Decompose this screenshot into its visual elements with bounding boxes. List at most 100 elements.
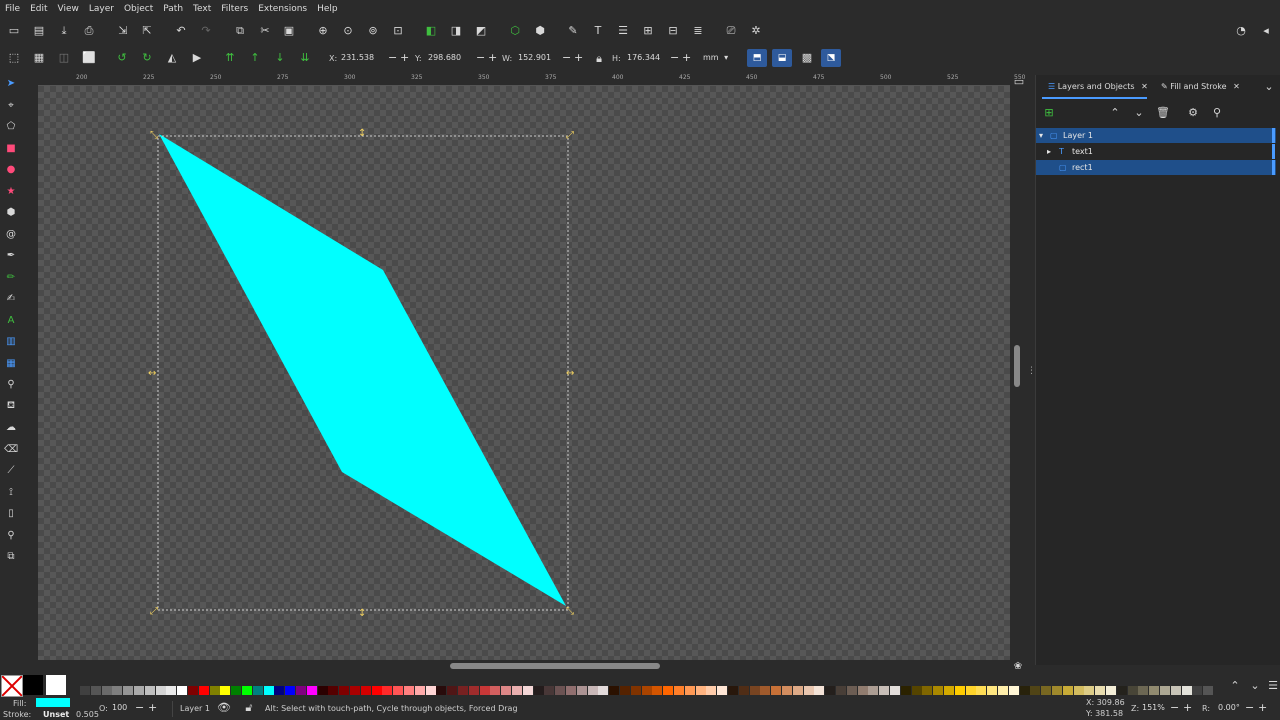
pages-tool-icon[interactable]: ▯ [4,506,18,520]
tweak-tool-icon[interactable]: ⬠ [4,119,18,133]
gradient-tool-icon[interactable]: ▥ [4,334,18,348]
color-swatch[interactable] [1008,686,1019,695]
menu-filters[interactable]: Filters [216,4,253,14]
opacity-increment-button[interactable]: + [148,700,157,716]
export-icon[interactable]: ⇱ [140,24,154,38]
color-swatch[interactable] [360,686,371,695]
color-swatch[interactable] [479,686,490,695]
x-field[interactable]: 231.538 [341,50,385,66]
color-swatch[interactable] [576,686,587,695]
rotate-ccw-button[interactable]: − [1245,700,1254,716]
commands-palette-icon[interactable]: ◔ [1234,24,1248,38]
measure-tool-icon[interactable]: ⟟ [4,485,18,499]
color-swatch[interactable] [620,686,630,695]
spray-tool-icon[interactable]: ☁ [4,420,18,434]
eraser-tool-icon[interactable]: ⌫ [4,442,18,456]
flip-vertical-icon[interactable]: ▶ [190,51,204,65]
color-swatch[interactable] [198,686,209,695]
color-swatch[interactable] [663,686,674,695]
color-swatch[interactable] [155,686,166,695]
document-properties-icon[interactable]: ⎚ [724,24,738,38]
ungroup-icon[interactable]: ⬢ [533,24,547,38]
menu-help[interactable]: Help [312,4,343,14]
color-swatch[interactable] [792,686,803,695]
color-swatch[interactable] [220,686,231,695]
color-swatch[interactable] [857,686,868,695]
color-swatch[interactable] [90,686,101,695]
color-swatch[interactable] [382,686,393,695]
color-swatch[interactable] [436,686,447,695]
color-swatch[interactable] [123,686,134,695]
deselect-icon[interactable]: ⬜ [82,51,96,65]
color-swatch[interactable] [1041,686,1052,695]
select-same-icon[interactable]: ◫ [57,51,71,65]
menu-path[interactable]: Path [158,4,188,14]
color-swatch[interactable] [944,686,954,695]
color-swatch[interactable] [598,686,609,695]
color-swatch[interactable] [1084,686,1095,695]
color-swatch[interactable] [652,686,663,695]
opacity-decrement-button[interactable]: − [135,700,144,716]
close-icon[interactable]: ✕ [1141,82,1148,91]
color-swatch[interactable] [965,686,976,695]
layers-icon[interactable]: ☰ [616,24,630,38]
print-icon[interactable]: ⎙ [82,24,96,38]
scale-corners-toggle[interactable]: ⬓ [772,49,792,67]
color-swatch[interactable] [101,686,112,695]
lower-icon[interactable]: ↓ [273,51,287,65]
color-swatch[interactable] [263,686,274,695]
color-swatch[interactable] [458,686,468,695]
color-swatch[interactable] [890,686,900,695]
x-decrement-button[interactable]: − [388,50,397,66]
y-increment-button[interactable]: + [488,50,497,66]
calligraphy-tool-icon[interactable]: ✍ [4,291,18,305]
mesh-tool-icon[interactable]: ▦ [4,356,18,370]
x-increment-button[interactable]: + [400,50,409,66]
color-swatch[interactable] [447,686,458,695]
color-swatch[interactable] [1116,686,1127,695]
tab-layers-objects[interactable]: ☰ Layers and Objects ✕ [1048,75,1148,99]
ellipse-tool-icon[interactable]: ● [4,162,18,176]
color-swatch[interactable] [468,686,479,695]
color-swatch[interactable] [1030,686,1041,695]
node-tool-icon[interactable]: ⌖ [4,98,18,112]
horizontal-scrollbar[interactable] [450,663,660,669]
current-layer-selector[interactable]: Layer 1 [180,704,210,713]
color-swatch[interactable] [933,686,944,695]
color-swatch[interactable] [350,686,360,695]
raise-to-top-icon[interactable]: ⇈ [223,51,237,65]
zoom-tool-icon[interactable]: ⚲ [4,528,18,542]
zoom-field[interactable]: 151% [1142,700,1168,716]
color-swatch[interactable] [522,686,533,695]
expander-icon[interactable]: ▸ [1047,144,1051,159]
preferences-icon[interactable]: ✲ [749,24,763,38]
color-swatch[interactable] [803,686,814,695]
3d-box-tool-icon[interactable]: ⬢ [4,205,18,219]
color-swatch[interactable] [1062,686,1073,695]
color-swatch[interactable] [1149,686,1160,695]
menu-text[interactable]: Text [188,4,216,14]
color-swatch[interactable] [1073,686,1084,695]
lower-to-bottom-icon[interactable]: ⇊ [298,51,312,65]
color-swatch[interactable] [782,686,792,695]
w-field[interactable]: 152.901 [518,50,558,66]
color-management-icon[interactable]: ❀ [1011,660,1025,674]
color-swatch[interactable] [1127,686,1138,695]
align-distribute-icon[interactable]: ⊟ [666,24,680,38]
duplicate-icon[interactable]: ◧ [424,24,438,38]
color-swatch[interactable] [674,686,684,695]
group-icon[interactable]: ⬡ [508,24,522,38]
color-swatch[interactable] [80,686,90,695]
text-tool-icon[interactable]: A [4,313,18,327]
color-swatch[interactable] [533,686,544,695]
rectangle-tool-icon[interactable]: ■ [4,141,18,155]
color-swatch[interactable] [317,686,328,695]
object-properties-icon[interactable]: ≣ [691,24,705,38]
color-swatch[interactable] [1192,686,1203,695]
white-swatch[interactable] [46,675,66,695]
color-swatch[interactable] [695,686,706,695]
delete-icon[interactable]: 🗑︎ [1156,106,1170,120]
pencil-tool-icon[interactable]: ✏ [4,270,18,284]
star-tool-icon[interactable]: ★ [4,184,18,198]
color-swatch[interactable] [900,686,911,695]
